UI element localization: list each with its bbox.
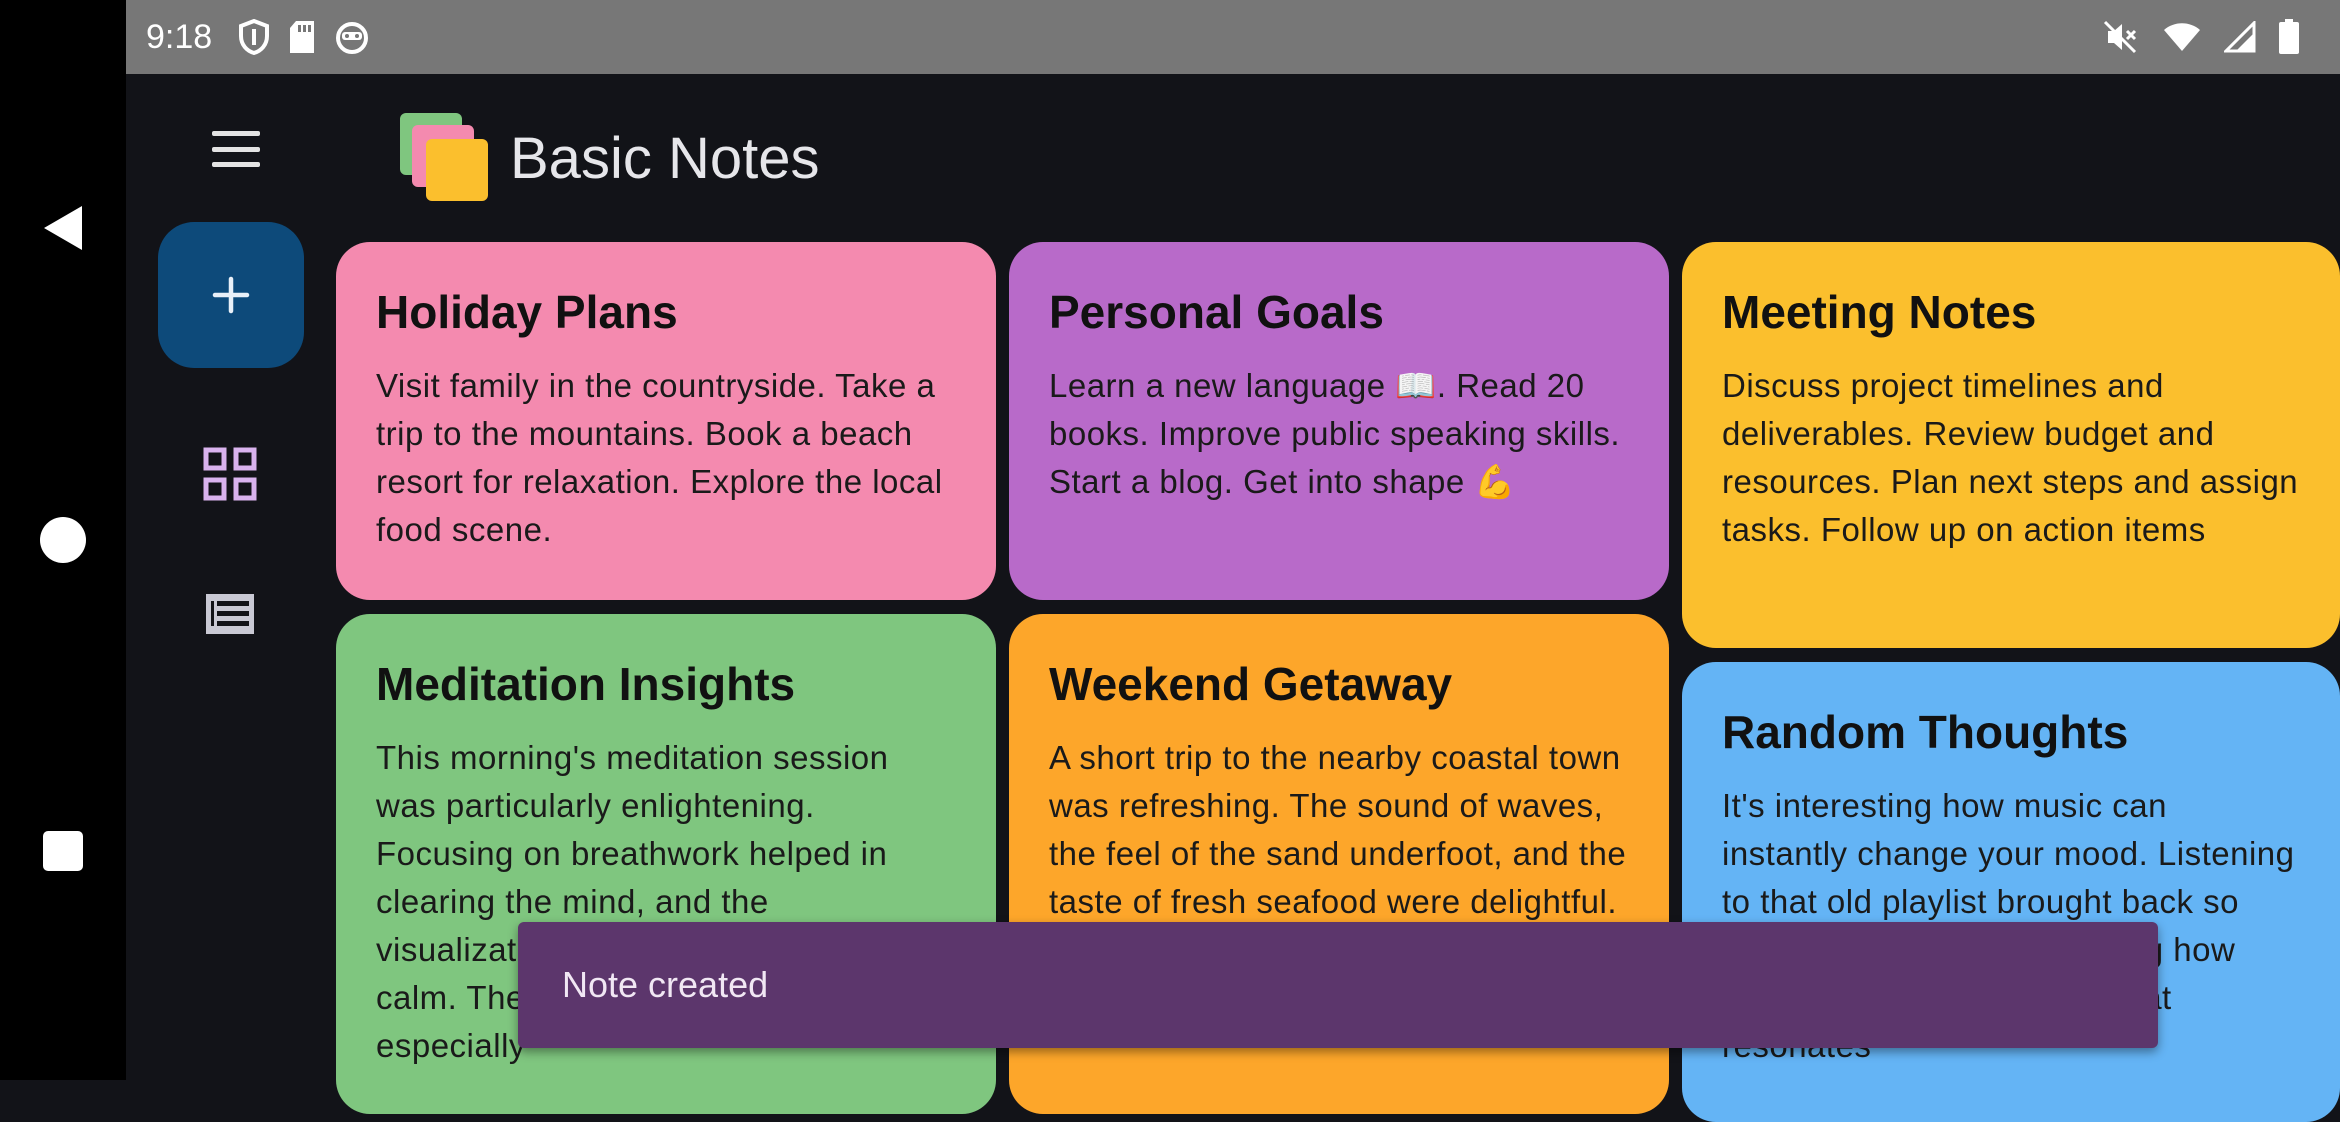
grid-view-button[interactable] [202,446,258,502]
mute-icon [2102,19,2140,55]
home-icon [40,517,86,563]
note-body: Discuss project timelines and deliverabl… [1722,367,2299,548]
cell-signal-icon [2224,21,2256,53]
note-title: Meditation Insights [376,658,796,710]
list-view-icon [206,594,254,634]
note-title: Weekend Getaway [1049,658,1453,710]
stacked-notes-logo [400,113,488,201]
hamburger-menu-icon[interactable] [206,124,266,174]
note-title: Holiday Plans [376,286,678,338]
back-button[interactable] [30,195,96,261]
status-time: 9:18 [146,17,213,56]
shield-icon [238,19,270,55]
sd-card-icon [288,20,316,54]
add-note-button[interactable] [158,222,304,368]
note-card-meeting-notes[interactable]: Meeting Notes Discuss project timelines … [1682,242,2340,648]
note-body: Visit family in the countryside. Take a … [376,367,943,548]
recents-icon [43,831,83,871]
grid-view-icon [203,447,257,501]
plus-icon [212,276,250,314]
note-card-personal-goals[interactable]: Personal Goals Learn a new language 📖. R… [1009,242,1669,600]
home-button[interactable] [30,507,96,573]
list-view-button[interactable] [202,586,258,642]
note-card-holiday-plans[interactable]: Holiday Plans Visit family in the countr… [336,242,996,600]
snackbar: Note created [518,922,2158,1048]
navigation-rail [126,74,336,1080]
snackbar-message: Note created [562,964,769,1005]
wifi-icon [2162,21,2202,53]
back-icon [44,206,82,250]
status-bar: 9:18 [126,0,2340,74]
system-navigation-bar [0,0,126,1080]
android-face-icon [334,20,370,54]
note-card-random-thoughts[interactable]: Random Thoughts It's interesting how mus… [1682,662,2340,1122]
note-title: Personal Goals [1049,286,1384,338]
note-title: Random Thoughts [1722,706,2129,758]
note-body: Learn a new language 📖. Read 20 books. I… [1049,367,1621,500]
recents-button[interactable] [30,818,96,884]
note-title: Meeting Notes [1722,286,2037,338]
battery-icon [2278,19,2300,55]
app-title: Basic Notes [510,126,820,191]
